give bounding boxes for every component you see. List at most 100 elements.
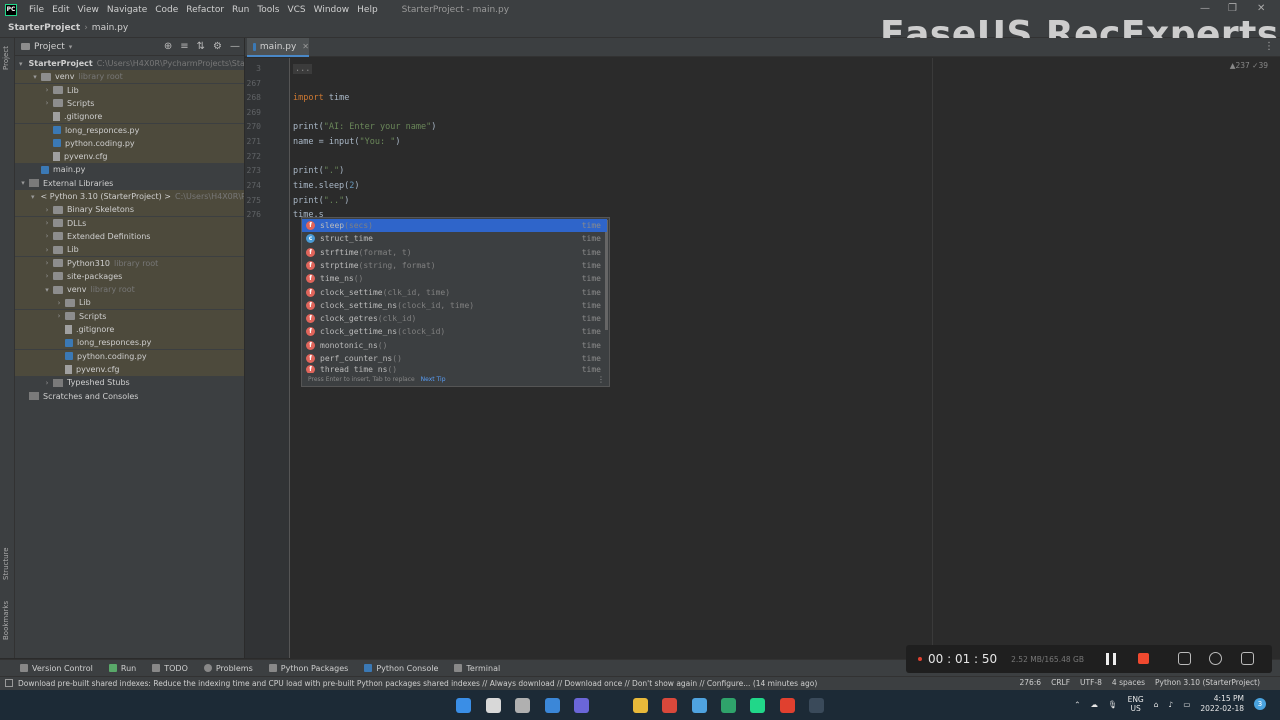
- menu-run[interactable]: Run: [228, 5, 253, 15]
- menu-refactor[interactable]: Refactor: [182, 5, 228, 15]
- chevron-right-icon[interactable]: ›: [55, 312, 63, 320]
- chevron-right-icon[interactable]: ›: [43, 219, 51, 227]
- project-stripe-button[interactable]: Project: [2, 46, 10, 70]
- collapse-all-icon[interactable]: ⇅: [197, 41, 205, 52]
- chevron-right-icon[interactable]: ›: [43, 246, 51, 254]
- tree-item[interactable]: Scratches and Consoles: [15, 390, 244, 403]
- chevron-up-icon[interactable]: ⌃: [1074, 700, 1080, 709]
- tree-item[interactable]: pyvenv.cfg: [15, 150, 244, 164]
- chevron-right-icon[interactable]: ›: [43, 379, 51, 387]
- tree-item[interactable]: › Binary Skeletons: [15, 203, 244, 217]
- indent-setting[interactable]: 4 spaces: [1112, 678, 1145, 687]
- tree-item[interactable]: › Scripts: [15, 309, 244, 323]
- bookmarks-stripe-button[interactable]: Bookmarks: [2, 601, 10, 640]
- toggle-tool-windows-icon[interactable]: [5, 679, 13, 687]
- version-control-button[interactable]: Version Control: [20, 664, 93, 673]
- search-icon[interactable]: [486, 698, 501, 713]
- editor-tabs-menu-icon[interactable]: ⋮: [1264, 41, 1274, 52]
- tree-item[interactable]: ▾ venv library root: [15, 283, 244, 297]
- tree-item[interactable]: ▾ StarterProject C:\Users\H4X0R\PycharmPro…: [15, 57, 244, 70]
- notepad-icon[interactable]: [692, 698, 707, 713]
- completion-item[interactable]: f clock_getres (clk_id) time: [302, 312, 607, 325]
- chevron-down-icon[interactable]: ▾: [31, 193, 35, 201]
- tree-item[interactable]: main.py: [15, 163, 244, 176]
- menu-tools[interactable]: Tools: [253, 5, 283, 15]
- code-line[interactable]: print("."): [293, 166, 344, 176]
- chevron-down-icon[interactable]: ▾: [19, 179, 27, 187]
- line-separator[interactable]: CRLF: [1051, 678, 1070, 687]
- tree-item[interactable]: python.coding.py: [15, 349, 244, 363]
- menu-file[interactable]: File: [25, 5, 48, 15]
- todo-button[interactable]: TODO: [152, 664, 188, 673]
- completion-item[interactable]: f clock_settime_ns (clock_id, time) time: [302, 299, 607, 312]
- chevron-right-icon[interactable]: ›: [55, 299, 63, 307]
- input-language[interactable]: ENG US: [1128, 695, 1144, 713]
- tree-item[interactable]: › site-packages: [15, 269, 244, 283]
- tree-item[interactable]: › Scripts: [15, 96, 244, 110]
- code-completion-popup[interactable]: Press Enter to insert, Tab to replace Ne…: [301, 217, 610, 387]
- code-line[interactable]: time.sleep(2): [293, 181, 360, 191]
- chevron-down-icon[interactable]: ▾: [31, 73, 39, 81]
- maximize-icon[interactable]: ❐: [1228, 3, 1237, 14]
- tree-item[interactable]: ▾ External Libraries: [15, 177, 244, 190]
- tree-item[interactable]: long_responces.py: [15, 336, 244, 350]
- teams-chat-icon[interactable]: [574, 698, 589, 713]
- chevron-right-icon[interactable]: ›: [43, 259, 51, 267]
- chevron-down-icon[interactable]: ▾: [19, 60, 23, 68]
- completion-item[interactable]: f monotonic_ns() time: [302, 339, 607, 352]
- widgets-icon[interactable]: [545, 698, 560, 713]
- chrome-icon[interactable]: [662, 698, 677, 713]
- tree-item[interactable]: long_responces.py: [15, 123, 244, 137]
- gear-icon[interactable]: ⚙: [213, 41, 222, 52]
- chevron-right-icon[interactable]: ›: [43, 86, 51, 94]
- chevron-right-icon[interactable]: ›: [43, 206, 51, 214]
- expand-icon[interactable]: [1241, 652, 1254, 665]
- timer-icon[interactable]: [1209, 652, 1222, 665]
- completion-item[interactable]: f thread_time_ns() time: [302, 365, 607, 374]
- file-encoding[interactable]: UTF-8: [1080, 678, 1102, 687]
- tree-item[interactable]: python.coding.py: [15, 136, 244, 150]
- tab-main-py[interactable]: main.py ✕: [247, 38, 309, 57]
- system-clock[interactable]: 4:15 PM 2022-02-18: [1200, 694, 1244, 714]
- notification-badge[interactable]: 3: [1254, 698, 1266, 710]
- python-interpreter[interactable]: Python 3.10 (StarterProject): [1155, 678, 1260, 687]
- terminal-icon[interactable]: [809, 698, 824, 713]
- problems-button[interactable]: Problems: [203, 664, 253, 673]
- edge-icon[interactable]: [721, 698, 736, 713]
- tree-item[interactable]: ▾ < Python 3.10 (StarterProject) > C:\User…: [15, 190, 244, 203]
- windows-start-icon[interactable]: [456, 698, 471, 713]
- chevron-right-icon[interactable]: ›: [43, 272, 51, 280]
- menu-navigate[interactable]: Navigate: [103, 5, 151, 15]
- chevron-down-icon[interactable]: ▾: [43, 286, 51, 294]
- task-view-icon[interactable]: [515, 698, 530, 713]
- terminal-button[interactable]: Terminal: [454, 664, 500, 673]
- menu-view[interactable]: View: [74, 5, 103, 15]
- python-console-button[interactable]: Python Console: [364, 664, 438, 673]
- menu-code[interactable]: Code: [151, 5, 182, 15]
- screenshot-icon[interactable]: [1178, 652, 1191, 665]
- locate-file-icon[interactable]: ⊕: [164, 41, 172, 52]
- tree-item[interactable]: .gitignore: [15, 323, 244, 336]
- close-tab-icon[interactable]: ✕: [302, 42, 309, 51]
- run-button[interactable]: Run: [108, 664, 136, 673]
- completion-item[interactable]: f strftime (format, t) time: [302, 246, 607, 259]
- tree-item[interactable]: › Python310 library root: [15, 256, 244, 270]
- menu-vcs[interactable]: VCS: [283, 5, 309, 15]
- microphone-icon[interactable]: 🎙: [1108, 700, 1118, 709]
- code-line[interactable]: name = input("You: "): [293, 137, 400, 147]
- tree-item[interactable]: › DLLs: [15, 216, 244, 230]
- tree-item[interactable]: › Lib: [15, 296, 244, 310]
- weather-icon[interactable]: ☁: [1091, 700, 1099, 709]
- completion-item[interactable]: f sleep (secs) time: [302, 219, 607, 232]
- menu-window[interactable]: Window: [310, 5, 354, 15]
- status-message[interactable]: Download pre-built shared indexes: Reduc…: [18, 679, 817, 688]
- breadcrumb-file[interactable]: main.py: [92, 23, 128, 33]
- hide-panel-icon[interactable]: —: [230, 41, 240, 52]
- close-icon[interactable]: ✕: [1257, 3, 1265, 14]
- menu-help[interactable]: Help: [353, 5, 382, 15]
- chevron-right-icon[interactable]: ›: [43, 232, 51, 240]
- completion-item[interactable]: f time_ns() time: [302, 272, 607, 285]
- pause-icon[interactable]: [1106, 653, 1116, 665]
- expand-all-icon[interactable]: ≡: [180, 41, 188, 52]
- battery-icon[interactable]: ▭: [1183, 700, 1190, 709]
